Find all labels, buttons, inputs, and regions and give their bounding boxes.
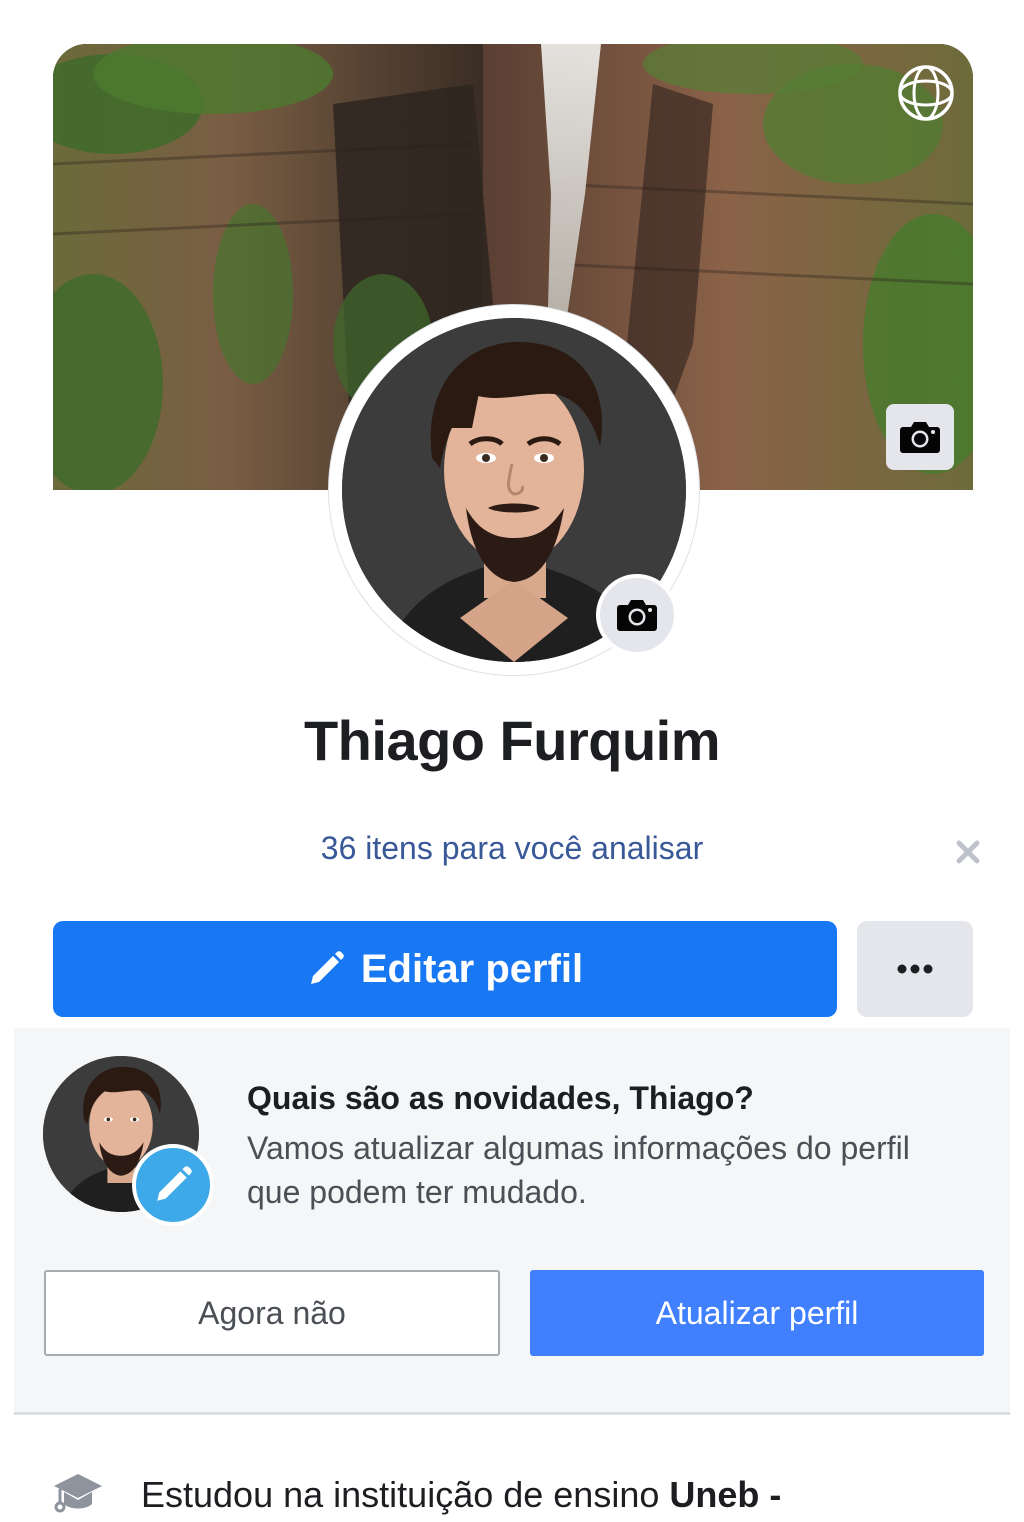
camera-icon xyxy=(900,422,940,453)
update-prompt-body: Vamos atualizar algumas informações do p… xyxy=(247,1130,910,1210)
not-now-button[interactable]: Agora não xyxy=(44,1270,500,1356)
pencil-badge-icon xyxy=(132,1144,214,1226)
avatar-camera-button[interactable] xyxy=(596,574,678,656)
sphere-360-icon[interactable] xyxy=(897,64,955,122)
edit-profile-button[interactable]: Editar perfil xyxy=(53,921,837,1017)
close-icon[interactable] xyxy=(950,834,986,870)
education-school-link[interactable]: Uneb - xyxy=(669,1474,781,1515)
profile-update-card: Quais são as novidades, Thiago? Vamos at… xyxy=(14,1028,1010,1415)
cover-camera-button[interactable] xyxy=(886,404,954,470)
review-items-link[interactable]: 36 itens para você analisar xyxy=(0,830,1024,867)
graduation-cap-icon xyxy=(52,1470,104,1514)
update-profile-button[interactable]: Atualizar perfil xyxy=(530,1270,984,1356)
profile-name: Thiago Furquim xyxy=(303,709,721,772)
more-dots-icon xyxy=(897,964,933,974)
education-entry: Estudou na instituição de ensino Uneb - xyxy=(141,1474,781,1516)
edit-profile-label: Editar perfil xyxy=(360,946,584,991)
pencil-icon xyxy=(310,951,344,984)
education-prefix: Estudou na instituição de ensino xyxy=(141,1474,670,1515)
update-prompt-title: Quais são as novidades, Thiago? xyxy=(247,1080,754,1116)
camera-icon xyxy=(617,600,657,631)
more-options-button[interactable] xyxy=(857,921,973,1017)
